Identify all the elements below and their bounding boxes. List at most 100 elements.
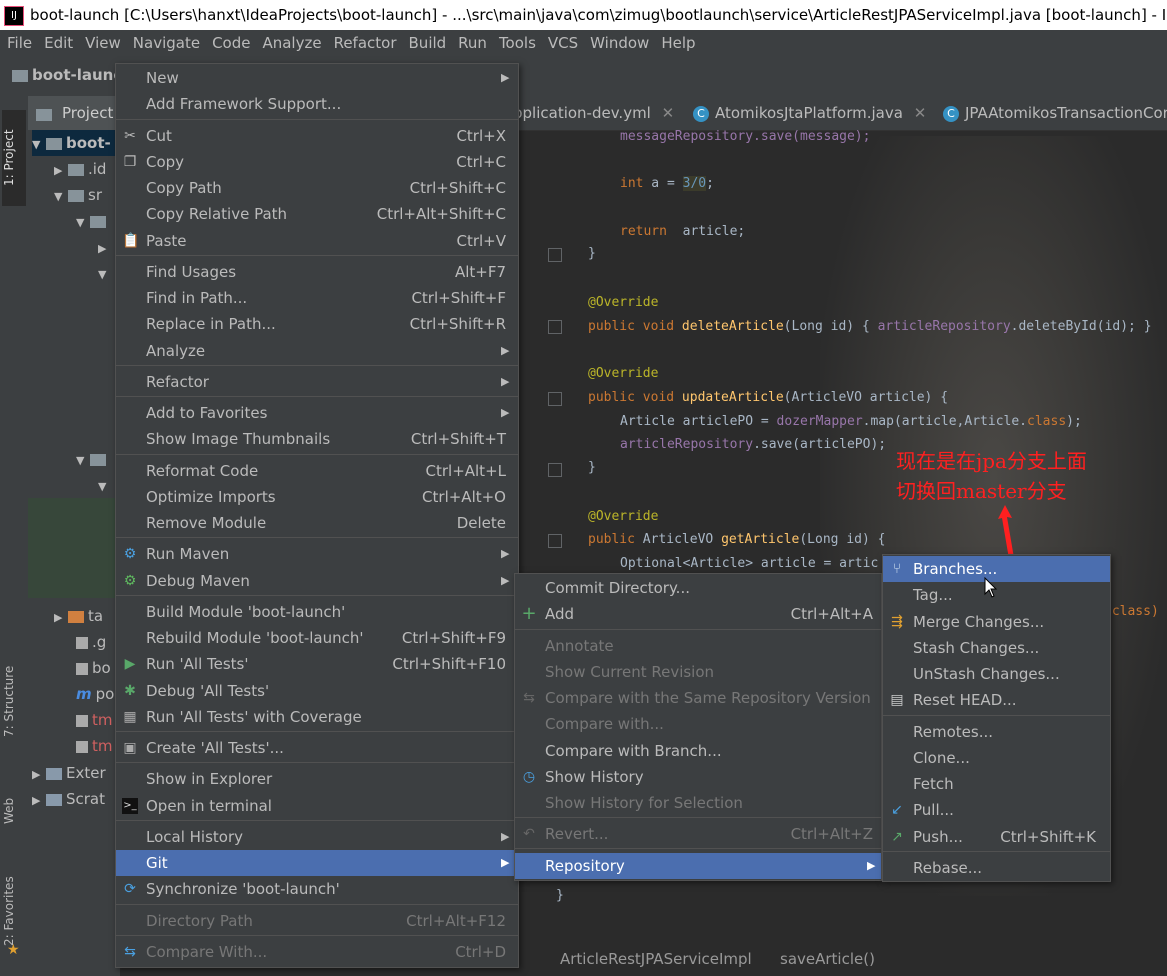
menu-help[interactable]: Help — [654, 30, 700, 56]
git-item-compare-same-version[interactable]: ⇆ Compare with the Same Repository Versio… — [515, 685, 881, 711]
menu-item-remove-module[interactable]: Remove Module Delete — [116, 510, 518, 536]
repo-item-clone[interactable]: Clone... — [883, 745, 1110, 771]
git-item-annotate[interactable]: Annotate — [515, 633, 881, 659]
menu-item-directory-path[interactable]: Directory Path Ctrl+Alt+F12 — [116, 908, 518, 934]
tree-row-external-libs[interactable]: ▶ Exter — [32, 760, 106, 786]
menu-item-cut[interactable]: ✂ Cut Ctrl+X — [116, 123, 518, 149]
repo-item-rebase[interactable]: Rebase... — [883, 855, 1110, 881]
git-item-compare-with[interactable]: Compare with... — [515, 711, 881, 737]
menu-item-add-framework[interactable]: Add Framework Support... — [116, 91, 518, 117]
tree-row-tmp2[interactable]: tm — [76, 733, 113, 759]
menu-file[interactable]: File — [0, 30, 37, 56]
menu-vcs[interactable]: VCS — [541, 30, 583, 56]
menu-item-git[interactable]: Git ▶ — [116, 850, 518, 876]
menu-item-rebuild-module[interactable]: Rebuild Module 'boot-launch' Ctrl+Shift+F… — [116, 625, 518, 651]
fold-marker-icon[interactable] — [548, 534, 562, 548]
git-item-show-history-selection[interactable]: Show History for Selection — [515, 790, 881, 816]
menu-item-run-maven[interactable]: ⚙ Run Maven ▶ — [116, 541, 518, 567]
menu-view[interactable]: View — [78, 30, 126, 56]
repo-item-fetch[interactable]: Fetch — [883, 771, 1110, 797]
menu-item-build-module[interactable]: Build Module 'boot-launch' — [116, 599, 518, 625]
tool-tab-project[interactable]: 1: Project — [2, 110, 26, 206]
repo-item-stash[interactable]: Stash Changes... — [883, 635, 1110, 661]
tree-row-pom[interactable]: m po — [76, 681, 114, 707]
menu-item-copy-relative-path[interactable]: Copy Relative Path Ctrl+Alt+Shift+C — [116, 201, 518, 227]
git-item-show-current-revision[interactable]: Show Current Revision — [515, 659, 881, 685]
tree-row-root[interactable]: ▼ boot- — [32, 130, 120, 156]
menu-build[interactable]: Build — [402, 30, 452, 56]
repo-item-unstash[interactable]: UnStash Changes... — [883, 661, 1110, 687]
menu-tools[interactable]: Tools — [492, 30, 541, 56]
menu-item-refactor[interactable]: Refactor ▶ — [116, 369, 518, 395]
menu-item-compare-with[interactable]: ⇆ Compare With... Ctrl+D — [116, 939, 518, 965]
menu-item-optimize-imports[interactable]: Optimize Imports Ctrl+Alt+O — [116, 484, 518, 510]
menu-item-run-with-coverage[interactable]: ▦ Run 'All Tests' with Coverage — [116, 704, 518, 730]
fold-marker-icon[interactable] — [548, 320, 562, 334]
menu-code[interactable]: Code — [205, 30, 255, 56]
menu-navigate[interactable]: Navigate — [126, 30, 205, 56]
close-icon[interactable]: ✕ — [914, 104, 927, 122]
menu-window[interactable]: Window — [583, 30, 654, 56]
breadcrumb-method[interactable]: saveArticle() — [780, 944, 875, 974]
menu-item-copy[interactable]: ❐ Copy Ctrl+C — [116, 149, 518, 175]
menu-item-synchronize[interactable]: ⟳ Synchronize 'boot-launch' — [116, 876, 518, 902]
breadcrumb-class[interactable]: ArticleRestJPAServiceImpl — [560, 944, 752, 974]
menu-item-copy-path[interactable]: Copy Path Ctrl+Shift+C — [116, 175, 518, 201]
git-item-show-history[interactable]: ◷ Show History — [515, 764, 881, 790]
menu-item-debug-maven[interactable]: ⚙ Debug Maven ▶ — [116, 568, 518, 594]
breadcrumb-project[interactable]: boot-launc — [12, 66, 122, 84]
tree-row-src[interactable]: ▼ sr — [54, 182, 102, 208]
menu-item-show-in-explorer[interactable]: Show in Explorer — [116, 766, 518, 792]
editor-tab-atomikos[interactable]: C AtomikosJtaPlatform.java ✕ — [685, 96, 943, 130]
menu-edit[interactable]: Edit — [37, 30, 78, 56]
git-item-revert[interactable]: ↶ Revert... Ctrl+Alt+Z — [515, 821, 881, 847]
menu-item-local-history[interactable]: Local History ▶ — [116, 824, 518, 850]
editor-tab-application-dev[interactable]: pplication-dev.yml ✕ — [505, 96, 683, 130]
menu-item-find-in-path[interactable]: Find in Path... Ctrl+Shift+F — [116, 285, 518, 311]
tree-row-gitignore[interactable]: .g — [76, 629, 106, 655]
git-item-repository[interactable]: Repository ▶ — [515, 853, 881, 879]
submenu-arrow-icon: ▶ — [501, 574, 510, 587]
menu-item-open-in-terminal[interactable]: >_ Open in terminal — [116, 793, 518, 819]
tree-row-test[interactable]: ▼ — [76, 446, 110, 472]
fold-marker-icon[interactable] — [548, 463, 562, 477]
menu-item-run-all-tests[interactable]: ▶ Run 'All Tests' Ctrl+Shift+F10 — [116, 651, 518, 677]
tree-row-idea[interactable]: ▶ .id — [54, 156, 106, 182]
tree-row-boot[interactable]: bo — [76, 655, 111, 681]
menu-item-find-usages[interactable]: Find Usages Alt+F7 — [116, 259, 518, 285]
repo-item-remotes[interactable]: Remotes... — [883, 719, 1110, 745]
menu-run[interactable]: Run — [451, 30, 492, 56]
git-item-commit-directory[interactable]: Commit Directory... — [515, 575, 881, 601]
repo-item-push[interactable]: ↗ Push... Ctrl+Shift+K — [883, 824, 1110, 850]
git-item-add[interactable]: + Add Ctrl+Alt+A — [515, 601, 881, 627]
fold-marker-icon[interactable] — [548, 248, 562, 262]
menu-item-debug-all-tests[interactable]: ✱ Debug 'All Tests' — [116, 678, 518, 704]
close-icon[interactable]: ✕ — [662, 104, 675, 122]
menu-item-replace-in-path[interactable]: Replace in Path... Ctrl+Shift+R — [116, 311, 518, 337]
tree-row-java[interactable]: ▶ — [98, 234, 112, 260]
tree-row-main[interactable]: ▼ — [76, 208, 110, 234]
menu-item-paste[interactable]: 📋 Paste Ctrl+V — [116, 228, 518, 254]
menu-item-analyze[interactable]: Analyze ▶ — [116, 338, 518, 364]
tree-row-scratches[interactable]: ▶ Scrat — [32, 786, 105, 812]
fold-marker-icon[interactable] — [548, 392, 562, 406]
editor-tab-jpa-atomikos[interactable]: C JPAAtomikosTransactionCor — [935, 96, 1167, 130]
repo-item-merge-changes[interactable]: ⇶ Merge Changes... — [883, 609, 1110, 635]
tool-tab-web[interactable]: Web — [2, 786, 26, 836]
menu-item-reformat-code[interactable]: Reformat Code Ctrl+Alt+L — [116, 458, 518, 484]
menu-refactor[interactable]: Refactor — [327, 30, 402, 56]
tree-row-test-java[interactable]: ▼ — [98, 472, 112, 498]
tree-row-resources[interactable]: ▼ — [98, 260, 112, 286]
menu-analyze[interactable]: Analyze — [255, 30, 326, 56]
tree-row-target[interactable]: ▶ ta — [54, 603, 103, 629]
project-panel-title[interactable]: Project — [62, 104, 113, 122]
tree-row-tmp1[interactable]: tm — [76, 707, 113, 733]
menu-item-new[interactable]: New ▶ — [116, 65, 518, 91]
tool-tab-structure[interactable]: 7: Structure — [2, 656, 26, 746]
menu-item-create-all-tests[interactable]: ▣ Create 'All Tests'... — [116, 735, 518, 761]
menu-item-add-to-favorites[interactable]: Add to Favorites ▶ — [116, 400, 518, 426]
menu-item-show-thumbnails[interactable]: Show Image Thumbnails Ctrl+Shift+T — [116, 426, 518, 452]
repo-item-reset-head[interactable]: ▤ Reset HEAD... — [883, 687, 1110, 713]
repo-item-pull[interactable]: ↙ Pull... — [883, 797, 1110, 823]
git-item-compare-with-branch[interactable]: Compare with Branch... — [515, 738, 881, 764]
